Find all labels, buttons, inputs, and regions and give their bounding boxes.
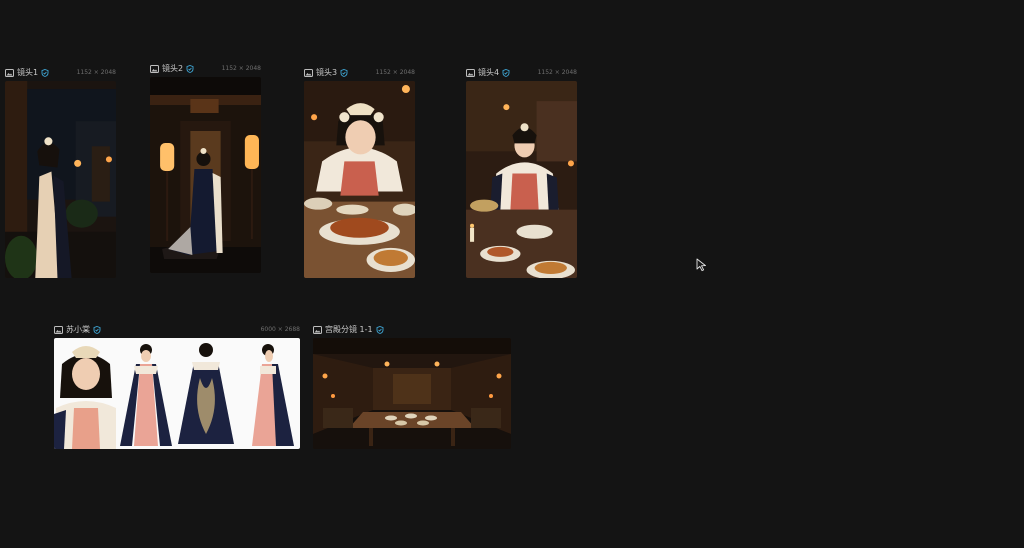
- image-thumbnail[interactable]: [5, 81, 116, 278]
- card-dimensions: 6000 × 2688: [260, 326, 300, 333]
- image-icon: [150, 65, 159, 73]
- card-title: 镜头2: [162, 64, 184, 73]
- image-icon: [313, 326, 322, 334]
- image-icon: [54, 326, 63, 334]
- card-header: 镜头2 1152 × 2048: [150, 63, 261, 75]
- image-thumbnail[interactable]: [150, 77, 261, 273]
- card-header: 镜头4 1152 × 2048: [466, 67, 577, 79]
- image-card-shot-4[interactable]: 镜头4 1152 × 2048: [466, 67, 577, 278]
- verified-badge-icon: [376, 326, 384, 334]
- image-card-palace-storyboard[interactable]: 宫殿分镜 1-1: [313, 324, 511, 449]
- image-card-shot-1[interactable]: 镜头1 1152 × 2048: [5, 67, 116, 278]
- image-thumbnail[interactable]: [54, 338, 300, 449]
- mouse-cursor-icon: [696, 258, 706, 272]
- card-header: 镜头3 1152 × 2048: [304, 67, 415, 79]
- card-title: 镜头4: [478, 68, 500, 77]
- card-dimensions: 1152 × 2048: [375, 69, 415, 76]
- card-title: 镜头3: [316, 68, 338, 77]
- image-card-shot-2[interactable]: 镜头2 1152 × 2048: [150, 63, 261, 273]
- card-title: 宫殿分镜 1-1: [325, 325, 373, 334]
- image-thumbnail[interactable]: [313, 338, 511, 449]
- card-header: 宫殿分镜 1-1: [313, 324, 511, 336]
- image-icon: [5, 69, 14, 77]
- card-title: 镜头1: [17, 68, 39, 77]
- card-header: 苏小棠 6000 × 2688: [54, 324, 300, 336]
- card-title: 苏小棠: [66, 325, 90, 334]
- image-card-shot-3[interactable]: 镜头3 1152 × 2048: [304, 67, 415, 278]
- image-thumbnail[interactable]: [466, 81, 577, 278]
- verified-badge-icon: [93, 326, 101, 334]
- image-card-character-sheet[interactable]: 苏小棠 6000 × 2688: [54, 324, 300, 449]
- image-icon: [466, 69, 475, 77]
- verified-badge-icon: [502, 69, 510, 77]
- card-dimensions: 1152 × 2048: [76, 69, 116, 76]
- card-dimensions: 1152 × 2048: [221, 65, 261, 72]
- card-dimensions: 1152 × 2048: [537, 69, 577, 76]
- image-thumbnail[interactable]: [304, 81, 415, 278]
- verified-badge-icon: [340, 69, 348, 77]
- image-icon: [304, 69, 313, 77]
- verified-badge-icon: [186, 65, 194, 73]
- verified-badge-icon: [41, 69, 49, 77]
- card-header: 镜头1 1152 × 2048: [5, 67, 116, 79]
